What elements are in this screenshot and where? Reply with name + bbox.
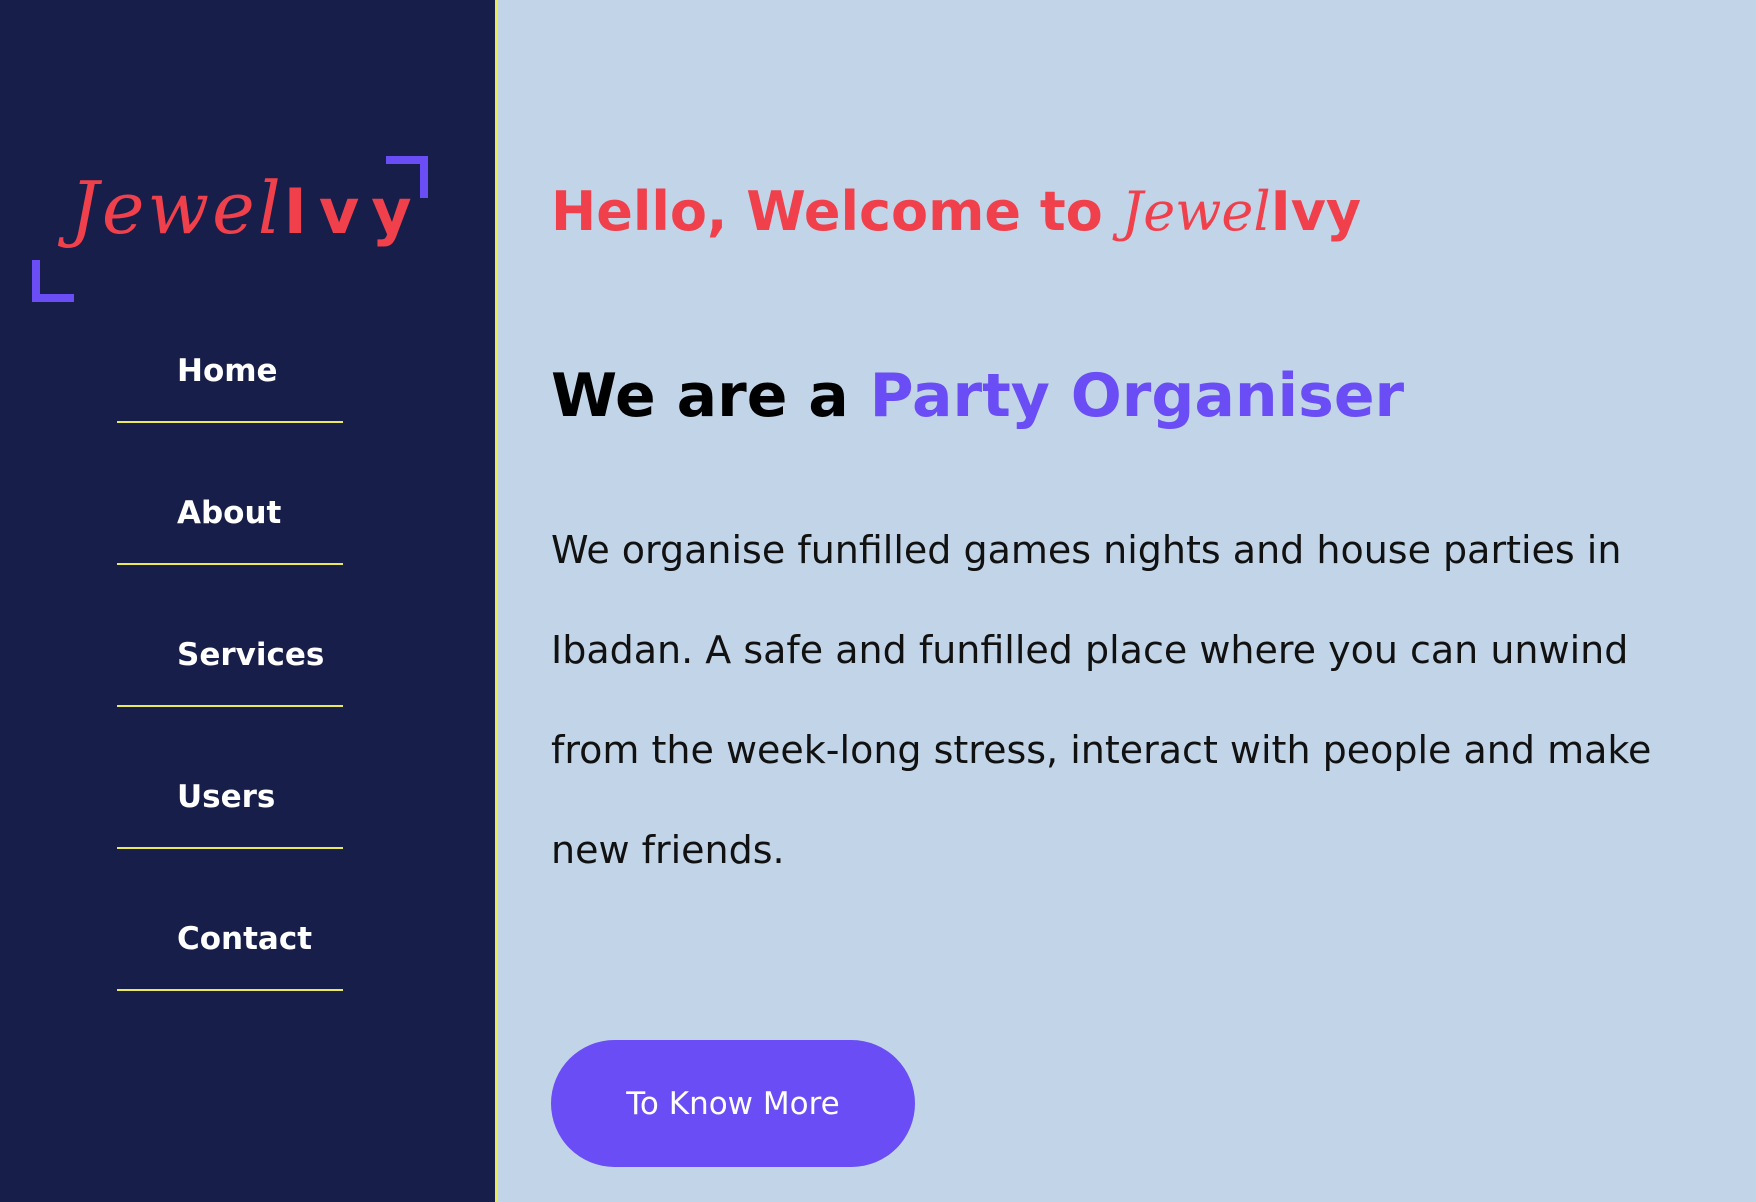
page: JewelIvy Home About Services Users Conta…: [0, 0, 1756, 1202]
headline-accent: Party Organiser: [869, 361, 1405, 431]
welcome-prefix: Hello, Welcome to: [551, 180, 1122, 243]
welcome-heading: Hello, Welcome to JewelIvy: [551, 170, 1361, 254]
hero-description: We organise funfilled games nights and h…: [551, 528, 1652, 872]
bracket-corner-icon: [32, 260, 74, 302]
nav-item-contact[interactable]: Contact: [117, 898, 343, 991]
logo-bold-text: Ivy: [283, 175, 424, 248]
welcome-brand-script: Jewel: [1121, 180, 1271, 243]
nav-item-users[interactable]: Users: [117, 756, 343, 849]
logo-wordmark: JewelIvy: [70, 166, 424, 250]
nav-item-home[interactable]: Home: [117, 330, 343, 423]
sidebar: JewelIvy Home About Services Users Conta…: [0, 0, 498, 1202]
nav-item-about[interactable]: About: [117, 472, 343, 565]
sidebar-nav: Home About Services Users Contact: [117, 330, 343, 1040]
welcome-brand-bold: Ivy: [1270, 180, 1362, 243]
nav-item-services[interactable]: Services: [117, 614, 343, 707]
know-more-button[interactable]: To Know More: [551, 1040, 915, 1167]
page-title: We are a Party Organiser: [551, 354, 1404, 438]
logo[interactable]: JewelIvy: [32, 156, 428, 302]
headline-prefix: We are a: [551, 361, 870, 431]
logo-script-text: Jewel: [70, 166, 284, 250]
